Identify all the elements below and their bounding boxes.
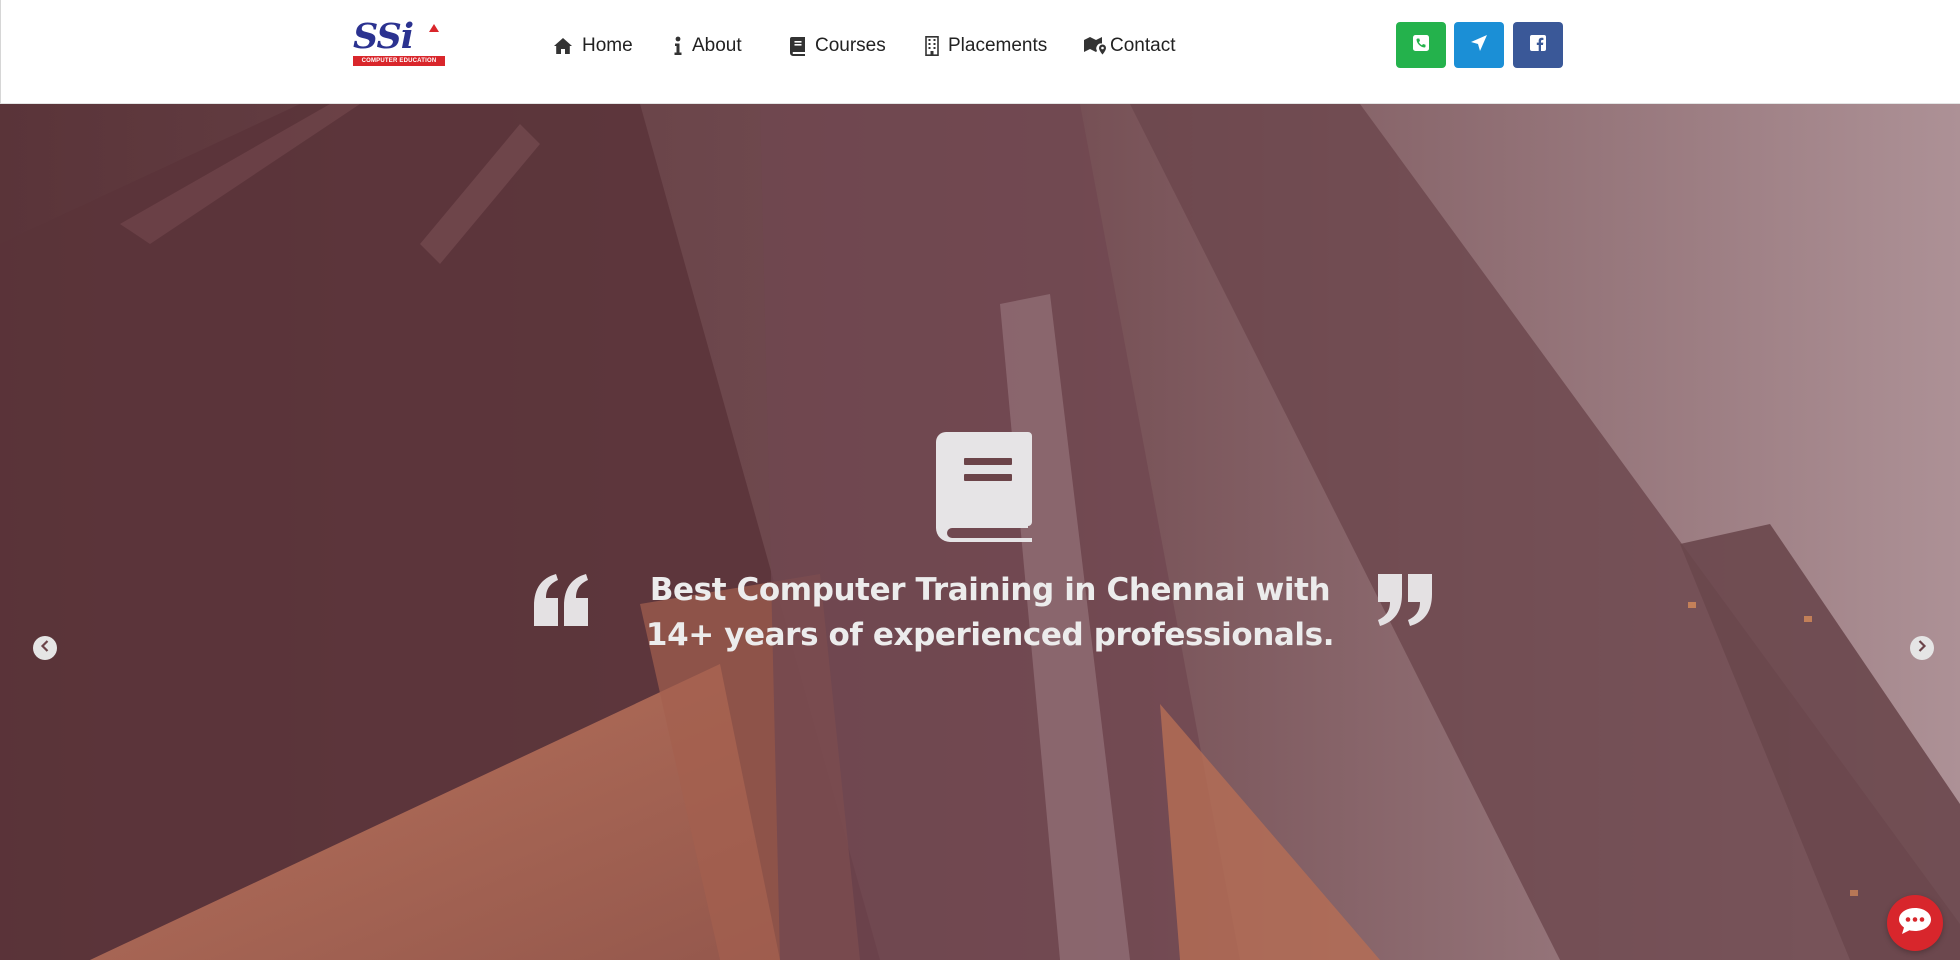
chevron-right-icon bbox=[1917, 639, 1927, 657]
nav-home-label: Home bbox=[582, 35, 633, 56]
logo-subtext: COMPUTER EDUCATION bbox=[353, 56, 445, 66]
nav-placements-label: Placements bbox=[948, 35, 1048, 56]
nav-contact[interactable]: Contact bbox=[1084, 28, 1175, 64]
hero-book-icon bbox=[936, 432, 1032, 542]
quote-close-icon bbox=[1378, 574, 1432, 626]
hero-tagline: Best Computer Training in Chennai with 1… bbox=[645, 572, 1335, 653]
nav-about[interactable]: About bbox=[673, 28, 742, 64]
building-icon bbox=[925, 36, 939, 56]
nav-courses-label: Courses bbox=[815, 35, 886, 56]
ssi-logo[interactable]: SSi COMPUTER EDUCATION bbox=[353, 19, 445, 68]
chat-button[interactable] bbox=[1887, 895, 1943, 951]
map-icon bbox=[1084, 37, 1108, 55]
facebook-button[interactable] bbox=[1513, 22, 1563, 68]
facebook-icon bbox=[1530, 34, 1546, 56]
chat-icon bbox=[1898, 907, 1932, 940]
location-button[interactable] bbox=[1454, 22, 1504, 68]
slider-prev-button[interactable] bbox=[33, 636, 57, 660]
home-icon bbox=[553, 37, 573, 55]
info-icon bbox=[673, 36, 683, 56]
nav-placements[interactable]: Placements bbox=[925, 28, 1047, 64]
slider-next-button[interactable] bbox=[1910, 636, 1934, 660]
phone-icon bbox=[1413, 34, 1429, 56]
hero-slider: Best Computer Training in Chennai with 1… bbox=[0, 104, 1960, 960]
nav-home[interactable]: Home bbox=[553, 28, 633, 64]
phone-button[interactable] bbox=[1396, 22, 1446, 68]
site-header: SSi COMPUTER EDUCATION Home About Course… bbox=[0, 0, 1960, 104]
location-arrow-icon bbox=[1470, 34, 1488, 57]
logo-text: SSi bbox=[353, 16, 414, 57]
nav-about-label: About bbox=[692, 35, 742, 56]
book-icon bbox=[790, 36, 806, 56]
chevron-left-icon bbox=[40, 639, 50, 657]
quote-open-icon bbox=[534, 574, 588, 626]
nav-courses[interactable]: Courses bbox=[790, 28, 886, 64]
nav-contact-label: Contact bbox=[1110, 35, 1176, 56]
